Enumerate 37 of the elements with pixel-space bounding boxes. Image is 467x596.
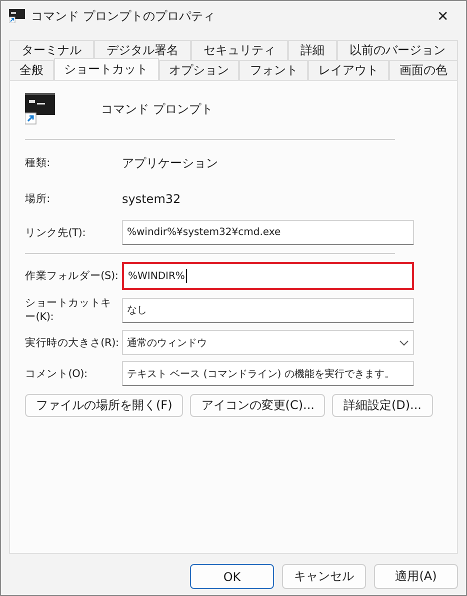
- field-value: system32: [122, 192, 181, 206]
- action-button[interactable]: アイコンの変更(C)...: [190, 394, 326, 417]
- dropdown[interactable]: 通常のウィンドウ: [122, 330, 414, 355]
- field-label: 作業フォルダー(S):: [25, 269, 120, 283]
- terminal-shortcut-icon: [25, 93, 57, 125]
- tab[interactable]: オプション: [158, 60, 240, 80]
- text-field[interactable]: %windir%¥system32¥cmd.exe: [122, 220, 414, 245]
- text-field[interactable]: テキスト ベース (コマンドライン) の機能を実行できます。: [122, 361, 414, 386]
- tab[interactable]: 以前のバージョン: [337, 40, 458, 60]
- action-button[interactable]: ファイルの場所を開く(F): [25, 394, 184, 417]
- dialog-button[interactable]: 適用(A): [374, 564, 458, 589]
- dialog-button[interactable]: OK: [190, 564, 274, 589]
- field-label: 実行時の大きさ(R):: [25, 336, 120, 350]
- field-value: アプリケーション: [122, 154, 218, 172]
- field-label: コメント(O):: [25, 366, 88, 380]
- field-label: ショートカットキー(K):: [25, 296, 112, 324]
- tab[interactable]: 詳細: [288, 40, 337, 60]
- dialog-button[interactable]: キャンセル: [282, 564, 366, 589]
- tab[interactable]: ターミナル: [9, 40, 94, 60]
- text-field[interactable]: なし: [122, 298, 414, 322]
- close-button[interactable]: ✕: [420, 1, 466, 31]
- tab[interactable]: デジタル署名: [94, 40, 191, 60]
- tab[interactable]: レイアウト: [308, 60, 390, 80]
- window-title: コマンド プロンプトのプロパティ: [31, 8, 216, 24]
- text-field[interactable]: %WINDIR%: [122, 262, 414, 290]
- terminal-icon: [9, 9, 25, 23]
- shortcut-name: コマンド プロンプト: [101, 100, 213, 118]
- field-label: 種類:: [25, 156, 51, 170]
- tab[interactable]: ショートカット: [54, 58, 159, 80]
- tab[interactable]: 画面の色: [389, 60, 458, 80]
- tab[interactable]: フォント: [239, 60, 308, 80]
- tab[interactable]: 全般: [9, 60, 54, 80]
- field-label: リンク先(T):: [25, 226, 87, 240]
- field-label: 場所:: [25, 192, 51, 206]
- chevron-down-icon: [399, 340, 409, 346]
- tab[interactable]: セキュリティ: [191, 40, 288, 60]
- action-button[interactable]: 詳細設定(D)...: [332, 394, 432, 417]
